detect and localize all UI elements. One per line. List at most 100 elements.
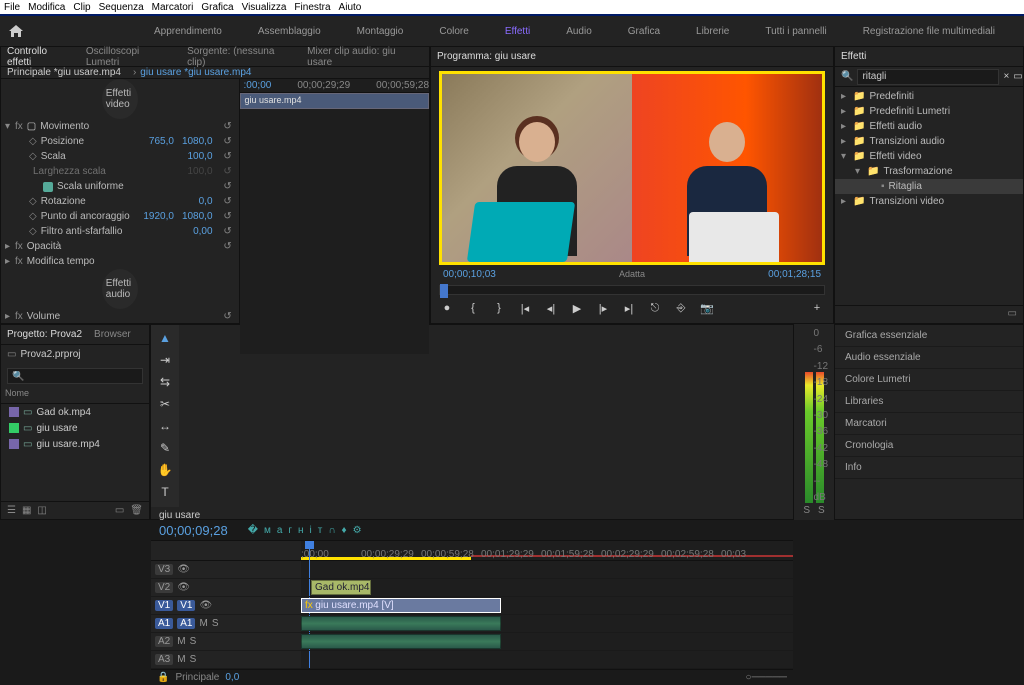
- fx-antiflicker[interactable]: Filtro anti-sfarfallio: [41, 226, 193, 237]
- fx-scale-val[interactable]: 100,0: [188, 151, 213, 162]
- program-zoom[interactable]: Adatta: [619, 269, 645, 279]
- track-a2-toggle[interactable]: A2: [155, 636, 173, 647]
- reset-icon[interactable]: ↺: [221, 226, 235, 237]
- marker-icon[interactable]: ♦: [342, 525, 353, 536]
- fx-opacity[interactable]: Opacità: [27, 241, 221, 252]
- new-bin-icon[interactable]: ▭: [1013, 71, 1022, 82]
- selection-tool[interactable]: ▲: [157, 331, 173, 347]
- playhead-icon[interactable]: [440, 284, 448, 298]
- solo-button[interactable]: S: [190, 654, 197, 665]
- effects-tree-item[interactable]: ▸📁Transizioni audio: [835, 134, 1023, 149]
- checkbox-icon[interactable]: [43, 182, 53, 192]
- track-v1-target[interactable]: V1: [177, 600, 195, 611]
- razor-tool[interactable]: ✂: [157, 397, 173, 413]
- clear-search-icon[interactable]: ×: [1003, 71, 1009, 82]
- ws-learning[interactable]: Apprendimento: [154, 26, 222, 37]
- tab-lumetri-scopes[interactable]: Oscilloscopi Lumetri: [86, 46, 175, 68]
- slip-tool[interactable]: ↔: [157, 419, 173, 435]
- go-in-button[interactable]: |◂: [517, 302, 533, 315]
- solo-button[interactable]: S: [212, 618, 219, 629]
- panel-link[interactable]: Libraries: [835, 391, 1023, 413]
- reset-icon[interactable]: ↺: [221, 121, 235, 132]
- mark-out-button[interactable]: }: [491, 302, 507, 314]
- track-a1-target[interactable]: A1: [177, 618, 195, 629]
- twirl-icon[interactable]: ▸: [5, 256, 15, 267]
- clip-a2[interactable]: [301, 634, 501, 649]
- reset-icon[interactable]: ↺: [221, 211, 235, 222]
- menu-graphics[interactable]: Grafica: [201, 2, 233, 13]
- fx-motion[interactable]: Movimento: [40, 121, 220, 132]
- pen-tool[interactable]: ✎: [157, 441, 173, 457]
- program-scrubber[interactable]: [439, 285, 825, 295]
- play-button[interactable]: ▶: [569, 302, 585, 315]
- menu-sequence[interactable]: Sequenza: [99, 2, 144, 13]
- hand-tool[interactable]: ✋: [157, 463, 173, 479]
- tab-audio-mixer[interactable]: Mixer clip audio: giu usare: [307, 46, 423, 68]
- tl-foot-value[interactable]: 0,0: [225, 672, 239, 683]
- settings-icon[interactable]: ⚙: [353, 525, 368, 536]
- effects-tree-item[interactable]: ▸📁Predefiniti Lumetri: [835, 104, 1023, 119]
- ripple-tool[interactable]: ⇆: [157, 375, 173, 391]
- trash-icon[interactable]: 🗑: [130, 505, 143, 516]
- ws-color[interactable]: Colore: [439, 26, 468, 37]
- fx-anchor[interactable]: Punto di ancoraggio: [41, 211, 144, 222]
- new-item-icon[interactable]: ▭: [115, 505, 124, 516]
- clip-v2[interactable]: Gad ok.mp4: [311, 580, 371, 595]
- timeline-sequence-name[interactable]: giu usare: [159, 510, 200, 521]
- reset-icon[interactable]: ↺: [221, 196, 235, 207]
- menu-file[interactable]: File: [4, 2, 20, 13]
- ws-libraries[interactable]: Librerie: [696, 26, 729, 37]
- go-out-button[interactable]: ▸|: [621, 302, 637, 315]
- fx-keyframe-area[interactable]: :00;00 00;00;29;29 00;00;59;28 giu usare…: [240, 79, 429, 354]
- project-search-input[interactable]: [7, 368, 143, 384]
- panel-link[interactable]: Info: [835, 457, 1023, 479]
- clip-v1[interactable]: fx giu usare.mp4 [V]: [301, 598, 501, 613]
- type-tool[interactable]: T: [157, 485, 173, 501]
- home-icon[interactable]: [8, 24, 24, 38]
- track-v2-toggle[interactable]: V2: [155, 582, 173, 593]
- tab-effect-controls[interactable]: Controllo effetti: [7, 46, 74, 68]
- ws-graphics[interactable]: Grafica: [628, 26, 660, 37]
- zoom-slider[interactable]: ○─────: [746, 672, 787, 683]
- clip-a1[interactable]: [301, 616, 501, 631]
- eye-icon[interactable]: 👁: [177, 564, 189, 575]
- effects-tree-item[interactable]: ▾📁Trasformazione: [835, 164, 1023, 179]
- fx-time-remap[interactable]: Modifica tempo: [27, 256, 235, 267]
- export-frame-button[interactable]: 📷: [699, 302, 715, 315]
- fx-pos-x[interactable]: 765,0: [149, 136, 174, 147]
- fx-rot-val[interactable]: 0,0: [199, 196, 213, 207]
- project-item[interactable]: ▭giu usare: [5, 420, 145, 436]
- menu-window[interactable]: Finestra: [294, 2, 330, 13]
- reset-icon[interactable]: ↺: [221, 136, 235, 147]
- fx-rotation[interactable]: Rotazione: [41, 196, 199, 207]
- eye-icon[interactable]: 👁: [177, 582, 189, 593]
- fx-scale[interactable]: Scala: [41, 151, 188, 162]
- solo-left[interactable]: S: [803, 505, 810, 516]
- track-a1-source[interactable]: A1: [155, 618, 173, 629]
- ws-media-record[interactable]: Registrazione file multimediali: [863, 26, 995, 37]
- fx-kf-clip[interactable]: giu usare.mp4: [240, 93, 429, 109]
- menu-markers[interactable]: Marcatori: [152, 2, 194, 13]
- browser-tab[interactable]: Browser: [94, 329, 131, 340]
- reset-icon[interactable]: ↺: [221, 166, 235, 177]
- effects-tree-item[interactable]: ▪Ritaglia: [835, 179, 1023, 194]
- panel-link[interactable]: Colore Lumetri: [835, 369, 1023, 391]
- twirl-icon[interactable]: ▸: [5, 241, 15, 252]
- fx-pos-y[interactable]: 1080,0: [182, 136, 213, 147]
- effects-search-input[interactable]: [857, 69, 999, 85]
- reset-icon[interactable]: ↺: [221, 311, 235, 322]
- program-tc-current[interactable]: 00;00;10;03: [443, 269, 496, 280]
- effects-tree-item[interactable]: ▸📁Predefiniti: [835, 89, 1023, 104]
- ws-audio[interactable]: Audio: [566, 26, 592, 37]
- effects-tree-item[interactable]: ▾📁Effetti video: [835, 149, 1023, 164]
- track-v1-source[interactable]: V1: [155, 600, 173, 611]
- list-view-icon[interactable]: ☰: [7, 505, 16, 516]
- lift-button[interactable]: ⎋: [647, 302, 663, 315]
- effects-tree-item[interactable]: ▸📁Effetti audio: [835, 119, 1023, 134]
- ws-all-panels[interactable]: Tutti i pannelli: [765, 26, 826, 37]
- menu-edit[interactable]: Modifica: [28, 2, 65, 13]
- eye-icon[interactable]: 👁: [199, 600, 211, 611]
- link-icon[interactable]: ∩: [328, 525, 341, 536]
- panel-link[interactable]: Cronologia: [835, 435, 1023, 457]
- panel-link[interactable]: Audio essenziale: [835, 347, 1023, 369]
